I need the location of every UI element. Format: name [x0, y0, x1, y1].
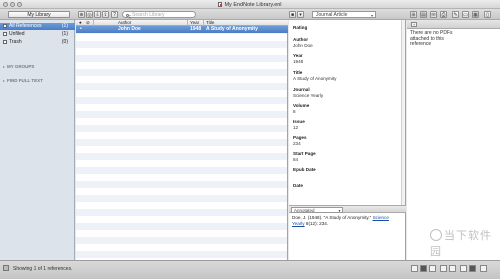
layout-button-3[interactable] — [429, 265, 436, 272]
chevron-down-icon: ▾ — [370, 13, 373, 18]
note-icon[interactable]: ▦ — [472, 11, 479, 18]
help-button[interactable]: ? — [111, 11, 118, 18]
field-pages[interactable]: Pages 234 — [293, 135, 307, 146]
field-date[interactable]: Date — [293, 183, 303, 188]
title-bar: My EndNote Library.enl — [0, 0, 500, 9]
sidebar-section-find-full-text[interactable]: FIND FULL TEXT — [3, 78, 43, 83]
status-bar: Showing 1 of 1 references. — [0, 260, 500, 279]
reference-panel-scrollbar[interactable] — [401, 20, 405, 205]
reference-panel: Rating Author John Doe Year 1948 Title A St… — [289, 20, 406, 205]
references-icon — [3, 23, 7, 28]
watermark-logo-icon — [430, 229, 442, 241]
row-author: John Doe — [118, 26, 141, 32]
sidebar-item-unfiled[interactable]: Unfiled (1) — [0, 31, 75, 38]
export-icon[interactable]: ⇪ — [102, 11, 109, 18]
reference-type-select[interactable]: Journal Article ▾ — [312, 11, 376, 18]
edit-mode-icon[interactable]: ■ — [289, 11, 296, 18]
layout-button-5[interactable] — [449, 265, 456, 272]
trash-icon — [3, 39, 7, 44]
layout-button-6[interactable] — [460, 265, 467, 272]
toolbar: My Library ⊕ ◎ ⇩ ⇪ ? Search Library ■ ▾ … — [0, 9, 500, 20]
pane-toggle-icon[interactable]: ▯ — [484, 11, 491, 18]
sidebar: All References (1) Unfiled (1) Trash (0) MY… — [0, 20, 75, 260]
open-pdf-icon[interactable]: ▤ — [420, 11, 427, 18]
window-title: My EndNote Library.enl — [0, 2, 500, 8]
sidebar-item-all-references[interactable]: All References (1) — [0, 23, 75, 30]
no-pdf-message: There are no PDFs attached to this refer… — [410, 30, 453, 47]
chevron-down-icon — [129, 15, 131, 17]
print-icon[interactable]: ⎙ — [440, 11, 447, 18]
search-input[interactable]: Search Library — [122, 11, 196, 18]
highlight-icon[interactable]: ▭ — [462, 11, 469, 18]
field-epub-date[interactable]: Epub Date — [293, 167, 316, 172]
table-row[interactable]: • John Doe 1948 A Study of Anonymity — [76, 26, 288, 33]
online-search-icon[interactable]: ◎ — [86, 11, 93, 18]
attachment-toolbar: + — [407, 20, 500, 29]
field-title[interactable]: Title A Study of Anonymity — [293, 70, 336, 81]
field-issue[interactable]: Issue 12 — [293, 119, 305, 130]
preview-toolbar: Annotated ▾ — [289, 205, 406, 213]
layout-toggle-icon[interactable] — [3, 265, 9, 271]
field-journal[interactable]: Journal Science Yearly — [293, 87, 323, 98]
field-start-page[interactable]: Start Page 84 — [293, 151, 316, 162]
attach-pdf-icon[interactable]: + — [411, 22, 417, 27]
citation-preview: Doe, J. (1948). "A Study of Anonymity." … — [289, 213, 406, 260]
annotate-icon[interactable]: ✎ — [452, 11, 459, 18]
unfiled-icon — [3, 31, 7, 36]
sidebar-section-my-groups[interactable]: MY GROUPS — [3, 64, 34, 69]
field-volume[interactable]: Volume 8 — [293, 103, 309, 114]
row-year: 1948 — [190, 26, 202, 32]
attachment-pane: + There are no PDFs attached to this ref… — [407, 20, 500, 260]
layout-button-8[interactable] — [480, 265, 487, 272]
mail-icon[interactable]: ✉ — [430, 11, 437, 18]
library-select[interactable]: My Library — [8, 11, 70, 18]
more-options-icon[interactable]: ▾ — [297, 11, 304, 18]
field-rating[interactable]: Rating — [293, 25, 307, 30]
watermark: 当下软件园 — [430, 229, 492, 258]
layout-button-4[interactable] — [440, 265, 447, 272]
disclosure-triangle-icon — [3, 80, 5, 82]
field-year[interactable]: Year 1948 — [293, 53, 303, 64]
field-author[interactable]: Author John Doe — [293, 37, 313, 48]
read-dot-icon: • — [80, 26, 82, 32]
reference-list: ● ⊘ Author Year Title • John Doe 1948 A … — [76, 20, 288, 260]
layout-button-1[interactable] — [411, 265, 418, 272]
document-icon — [218, 2, 223, 7]
new-reference-icon[interactable]: ⊕ — [78, 11, 85, 18]
attach-file-icon[interactable]: ⊞ — [410, 11, 417, 18]
row-title: A Study of Anonymity — [206, 26, 258, 32]
layout-button-2[interactable] — [420, 265, 427, 272]
import-icon[interactable]: ⇩ — [94, 11, 101, 18]
status-text: Showing 1 of 1 references. — [13, 266, 73, 272]
layout-button-7[interactable] — [469, 265, 476, 272]
sidebar-item-trash[interactable]: Trash (0) — [0, 39, 75, 46]
disclosure-triangle-icon — [3, 66, 5, 68]
